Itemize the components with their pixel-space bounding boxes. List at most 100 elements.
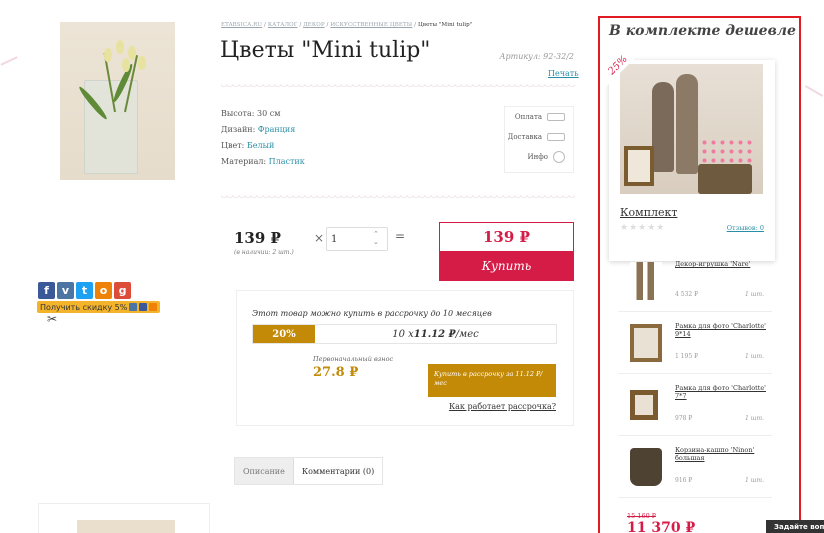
- bundle-image[interactable]: [620, 64, 763, 194]
- down-payment-value: 27.8 ₽: [313, 365, 359, 380]
- bundle-items: Декор-игрушка 'Nare' 4 532 ₽ 1 шт. Рамка…: [618, 250, 772, 498]
- quantity-stepper[interactable]: ⌃ ⌄: [373, 230, 379, 246]
- item-image[interactable]: [630, 262, 662, 300]
- bundle-heading: В комплекте дешевле: [609, 23, 796, 39]
- order-row: 139 ₽ (в наличии: 2 шт.) × ⌃⌄ = 139 ₽ Ку…: [221, 222, 575, 281]
- bundle-name[interactable]: Комплект: [620, 206, 677, 219]
- truck-icon: [547, 133, 565, 141]
- facebook-icon[interactable]: f: [38, 282, 55, 299]
- spec-color: Цвет: Белый: [221, 141, 275, 150]
- delivery-info[interactable]: Доставка: [505, 127, 573, 147]
- item-name[interactable]: Корзина-кашпо 'Ninon' большая: [675, 446, 767, 462]
- breadcrumb-sep: /: [326, 22, 329, 28]
- divider: [221, 195, 575, 201]
- item-image[interactable]: [630, 390, 658, 420]
- rating-stars: ★★★★★: [620, 223, 666, 233]
- divider: [221, 84, 575, 90]
- item-name[interactable]: Рамка для фото 'Charlotte' 9*14: [675, 322, 767, 338]
- tab-comments[interactable]: Комментарии (0): [294, 458, 382, 484]
- bud: [128, 46, 136, 60]
- bundle-item: Рамка для фото 'Charlotte' 7*7 978 ₽ 1 ш…: [618, 374, 772, 436]
- spec-material-link[interactable]: Пластик: [269, 157, 305, 166]
- bud: [116, 40, 124, 54]
- info-box: Оплата Доставка Инфо: [504, 106, 574, 173]
- print-link[interactable]: Печать: [548, 69, 579, 78]
- item-count: 1 шт.: [744, 415, 764, 422]
- buy-button[interactable]: Купить: [440, 251, 573, 280]
- breadcrumb-sep: /: [414, 22, 417, 28]
- bundle-panel: В комплекте дешевле 25% Комплект ★★★★★ О…: [598, 16, 801, 533]
- bundle-old-price: 15 160 ₽: [627, 512, 656, 520]
- reviews-link[interactable]: Отзывов: 0: [727, 224, 764, 232]
- breadcrumb-sep: /: [299, 22, 302, 28]
- bundle-item: Корзина-кашпо 'Ninon' большая 916 ₽ 1 шт…: [618, 436, 772, 498]
- product-specs: Высота: 30 см Дизайн: Франция Цвет: Белы…: [221, 106, 305, 170]
- spec-height: Высота: 30 см: [221, 109, 281, 118]
- spec-design: Дизайн: Франция: [221, 125, 296, 134]
- installment-percent: 20%: [253, 325, 315, 343]
- bundle-new-price: 11 370 ₽: [627, 520, 696, 533]
- card-icon: [547, 113, 565, 121]
- item-name[interactable]: Декор-игрушка 'Nare': [675, 260, 767, 268]
- item-image[interactable]: [630, 448, 662, 486]
- facebook-icon: [139, 303, 148, 311]
- breadcrumb-sep: /: [264, 22, 266, 28]
- times-sign: ×: [314, 231, 325, 245]
- payment-info[interactable]: Оплата: [505, 107, 573, 127]
- breadcrumb-decor[interactable]: ДЕКОР: [303, 22, 324, 28]
- total-price: 139 ₽: [483, 228, 530, 246]
- scissors-icon: ✂: [47, 312, 58, 326]
- bundle-item: Декор-игрушка 'Nare' 4 532 ₽ 1 шт.: [618, 250, 772, 312]
- item-price: 916 ₽: [675, 477, 693, 484]
- unit-price: 139 ₽: [234, 229, 281, 247]
- social-share: f v t o g: [38, 282, 131, 299]
- page-title: Цветы "Mini tulip": [220, 38, 431, 63]
- odnoklassniki-icon: [149, 303, 158, 311]
- vk-icon[interactable]: v: [57, 282, 74, 299]
- item-price: 4 532 ₽: [675, 291, 698, 298]
- tab-description[interactable]: Описание: [235, 458, 294, 484]
- bud: [104, 48, 112, 62]
- bundle-item: Рамка для фото 'Charlotte' 9*14 1 195 ₽ …: [618, 312, 772, 374]
- item-price: 978 ₽: [675, 415, 693, 422]
- item-image[interactable]: [630, 324, 662, 362]
- breadcrumb: ETABSICA.RU / КАТАЛОГ / ДЕКОР / ИСКУССТВ…: [221, 22, 472, 28]
- sku-label: Артикул: 92-32/2: [499, 52, 574, 61]
- breadcrumb-home[interactable]: ETABSICA.RU: [221, 22, 262, 28]
- twitter-icon[interactable]: t: [76, 282, 93, 299]
- google-plus-icon[interactable]: g: [114, 282, 131, 299]
- product-thumbnail[interactable]: [38, 503, 210, 533]
- spec-material: Материал: Пластик: [221, 157, 305, 166]
- info-icon: [553, 151, 565, 163]
- installment-buy-button[interactable]: Купить в рассрочку за 11.12 ₽/мес: [428, 364, 556, 397]
- breadcrumb-artificial-flowers[interactable]: ИСКУССТВЕННЫЕ ЦВЕТЫ: [330, 22, 412, 28]
- discount-label: Получить скидку 5%: [40, 302, 128, 312]
- installment-box: Этот товар можно купить в рассрочку до 1…: [236, 290, 574, 426]
- equals-sign: =: [395, 229, 406, 243]
- info-info[interactable]: Инфо: [505, 147, 573, 167]
- installment-monthly: 10 x 11.12 ₽/мес: [392, 328, 479, 340]
- bundle-card[interactable]: 25% Комплект ★★★★★ Отзывов: 0: [605, 54, 775, 261]
- item-name[interactable]: Рамка для фото 'Charlotte' 7*7: [675, 384, 767, 400]
- item-count: 1 шт.: [744, 477, 764, 484]
- breadcrumb-current: Цветы "Mini tulip": [417, 22, 473, 28]
- item-count: 1 шт.: [744, 291, 764, 298]
- installment-title: Этот товар можно купить в рассрочку до 1…: [252, 309, 492, 318]
- vk-icon: [129, 303, 138, 311]
- item-count: 1 шт.: [744, 353, 764, 360]
- installment-how-link[interactable]: Как работает рассрочка?: [449, 402, 556, 411]
- bud: [122, 58, 130, 72]
- product-image[interactable]: [60, 22, 175, 180]
- ask-question-button[interactable]: Задайте вопрос: [766, 520, 824, 533]
- buy-box: 139 ₽ Купить: [439, 222, 574, 281]
- spec-color-link[interactable]: Белый: [247, 141, 274, 150]
- down-payment-label: Первоначальный взнос: [313, 355, 394, 363]
- item-price: 1 195 ₽: [675, 353, 698, 360]
- spec-design-link[interactable]: Франция: [258, 125, 295, 134]
- bud: [138, 56, 146, 70]
- product-tabs: Описание Комментарии (0): [234, 457, 384, 485]
- installment-bar: 20% 10 x 11.12 ₽/мес: [252, 324, 557, 344]
- odnoklassniki-icon[interactable]: o: [95, 282, 112, 299]
- breadcrumb-catalog[interactable]: КАТАЛОГ: [268, 22, 298, 28]
- stock-status: (в наличии: 2 шт.): [234, 249, 294, 256]
